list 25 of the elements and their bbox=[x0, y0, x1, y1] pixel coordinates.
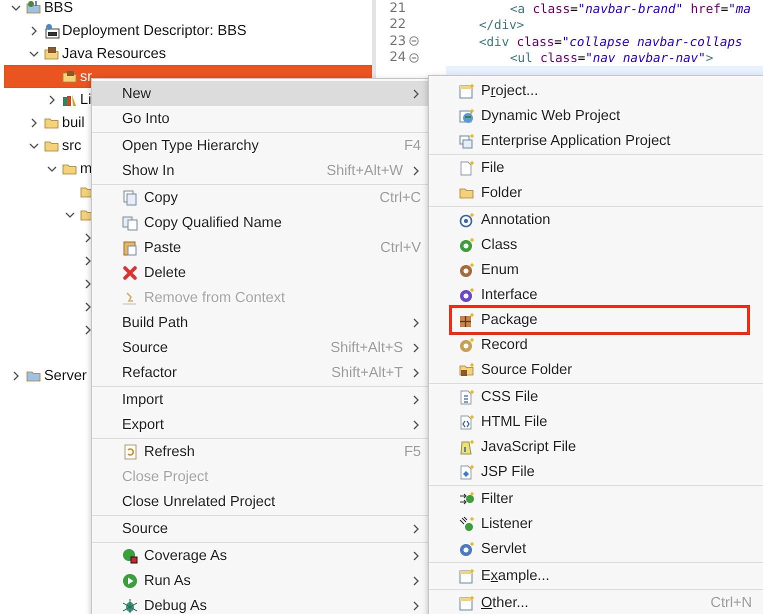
shortcut-text: Shift+Alt+W bbox=[326, 162, 403, 178]
shortcut-text: Shift+Alt+T bbox=[331, 364, 403, 380]
tree-label: src bbox=[62, 138, 82, 154]
tree-label: m bbox=[80, 160, 92, 176]
code-line: </div> bbox=[478, 17, 524, 32]
tree-label: Server bbox=[44, 368, 87, 384]
code-line: <div class="collapse navbar-collaps bbox=[478, 34, 742, 49]
tree-label: buil bbox=[62, 114, 85, 130]
shortcut-text: Ctrl+N bbox=[710, 594, 753, 610]
line-number: 22 bbox=[388, 17, 407, 32]
line-number: 21 bbox=[388, 0, 407, 16]
shortcut-text: F5 bbox=[404, 444, 422, 460]
code-line: <a class="navbar-brand" href="ma bbox=[509, 0, 751, 16]
code-line: <ul class="nav navbar-nav"> bbox=[509, 50, 714, 66]
tree-label: BBS bbox=[44, 0, 74, 16]
shortcut-text: F4 bbox=[404, 138, 422, 154]
tree-label: Li bbox=[80, 92, 92, 108]
tree-label: Java Resources bbox=[62, 46, 166, 62]
line-number: 23 bbox=[388, 34, 407, 49]
shortcut-text: Ctrl+V bbox=[380, 240, 422, 256]
tree-label: Deployment Descriptor: BBS bbox=[62, 22, 247, 38]
line-number: 24 bbox=[388, 50, 407, 66]
shortcut-text: Ctrl+C bbox=[380, 190, 422, 206]
shortcut-text: Shift+Alt+S bbox=[330, 340, 403, 356]
tree-label: sr bbox=[80, 68, 92, 84]
